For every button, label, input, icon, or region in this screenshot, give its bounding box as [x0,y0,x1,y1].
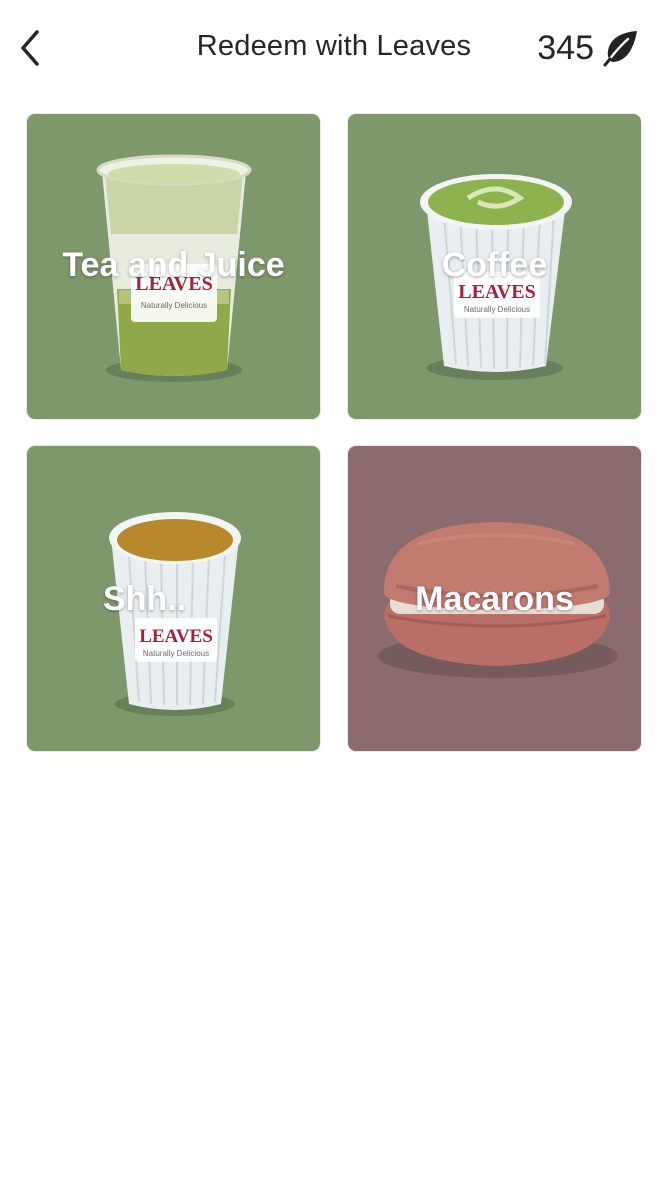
category-label-coffee: Coffee [441,246,548,284]
chevron-left-icon [21,30,39,66]
category-label-shh: Shh.. [102,580,187,618]
cup-tagline-text: Naturally Delicious [141,301,207,310]
leaf-icon [603,31,637,67]
category-label-macarons: Macarons [415,580,574,618]
category-card-shh[interactable]: LEAVES Naturally Delicious Shh.. [27,446,320,751]
category-label-tea-and-juice: Tea and Juice [62,246,285,284]
header-bar: Redeem with Leaves 345 [0,0,668,96]
cup-tagline-text: Naturally Delicious [464,305,530,314]
category-card-tea-and-juice[interactable]: LEAVES Naturally Delicious Tea and Juice [27,114,320,419]
cup-tagline-text: Naturally Delicious [143,649,209,658]
page-title: Redeem with Leaves [196,30,472,62]
reward-category-grid: LEAVES Naturally Delicious Tea and Juice… [27,114,641,751]
category-card-coffee[interactable]: LEAVES Naturally Delicious Coffee [348,114,641,419]
leaves-balance: 345 [537,26,640,70]
category-card-macarons[interactable]: Macarons [348,446,641,751]
cup-logo-text: LEAVES [139,626,213,647]
points-value: 345 [537,28,594,67]
back-button[interactable] [10,26,50,70]
